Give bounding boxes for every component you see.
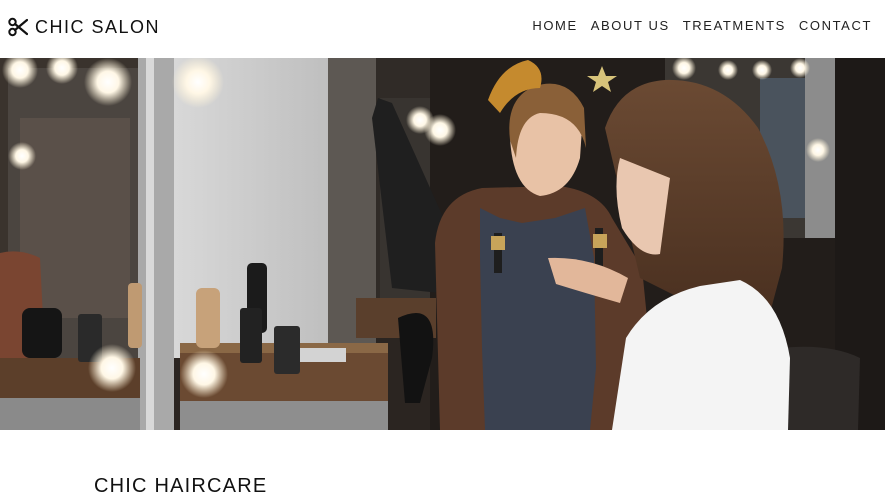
nav-contact[interactable]: CONTACT: [799, 18, 872, 33]
nav-about-us[interactable]: ABOUT US: [591, 18, 670, 33]
scissors-icon: [8, 17, 29, 37]
nav-home[interactable]: HOME: [532, 18, 577, 33]
nav-treatments[interactable]: TREATMENTS: [683, 18, 786, 33]
site-header: CHIC SALON HOME ABOUT US TREATMENTS CONT…: [0, 0, 885, 58]
brand-logo-link[interactable]: CHIC SALON: [8, 14, 160, 40]
salon-photo: [0, 58, 885, 430]
brand-name: CHIC SALON: [35, 16, 161, 37]
hero-image: [0, 58, 885, 430]
main-nav: HOME ABOUT US TREATMENTS CONTACT: [532, 18, 872, 33]
section-title: CHIC HAIRCARE: [94, 475, 268, 497]
